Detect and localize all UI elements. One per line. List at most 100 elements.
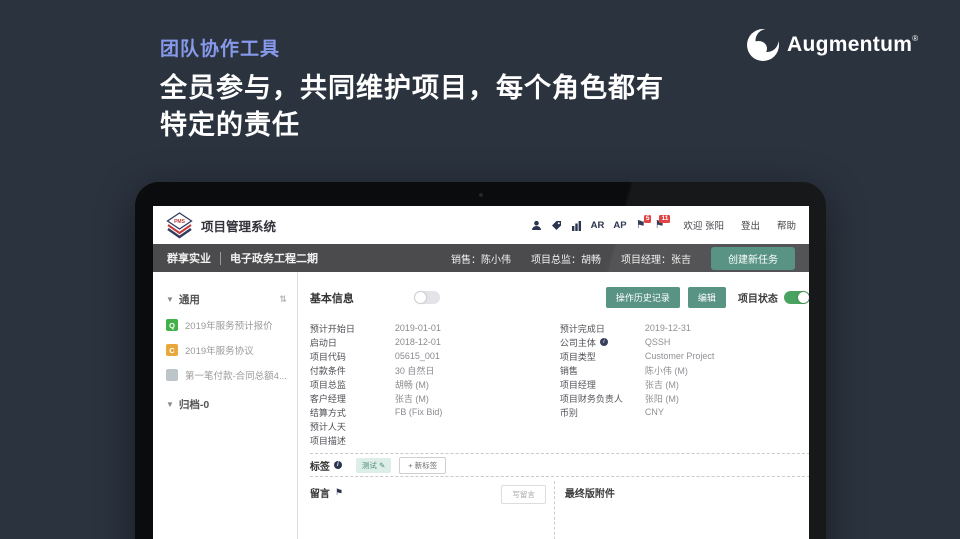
- tags-title: 标签 i: [310, 458, 342, 473]
- field-label: 付款条件: [309, 365, 346, 376]
- basic-info-header: 基本信息 操作历史记录 编辑 项目状态: [310, 287, 809, 308]
- sidebar-group-label: 归档-0: [178, 399, 210, 411]
- field-value: 05615_001: [394, 351, 440, 361]
- field-value: QSSH: [644, 337, 671, 347]
- project-status-label: 项目状态: [737, 294, 778, 305]
- field-label: 公司主体 i: [560, 336, 645, 349]
- field-row: 预计完成日 2019-12-31: [560, 321, 809, 335]
- tag-chip[interactable]: 测试 ✎: [355, 457, 392, 473]
- help-link[interactable]: 帮助: [777, 218, 796, 232]
- field-label: 预计开始日: [309, 323, 355, 334]
- sidebar-group-archive[interactable]: ▼ 归档-0: [166, 397, 287, 412]
- sidebar-group-general[interactable]: ▼ 通用 ⇅: [166, 292, 287, 307]
- field-row: 项目总监 胡畅 (M): [310, 377, 560, 391]
- field-value: 张吉 (M): [644, 379, 679, 390]
- sidebar: ▼ 通用 ⇅ Q 2019年服务预计报价 C 2019年服务协议 第一笔付款-合…: [153, 272, 298, 539]
- nav-ar[interactable]: AR: [591, 220, 605, 231]
- sidebar-item-label: 2019年服务协议: [185, 346, 254, 357]
- field-value: 陈小伟 (M): [644, 365, 688, 376]
- add-tag-button[interactable]: + 新标签: [399, 456, 447, 474]
- flag-notification-1-icon[interactable]: ⚑ 5: [636, 214, 652, 231]
- flag2-badge: 11: [659, 214, 671, 223]
- sidebar-item-payment[interactable]: 第一笔付款-合同总额4...: [166, 368, 287, 382]
- project-topbar: 群享实业 电子政务工程二期 销售：陈小伟 项目总监：胡畅 项目经理：张吉 创建新…: [153, 244, 809, 272]
- section-title: 基本信息: [309, 292, 354, 305]
- edit-button[interactable]: 编辑: [687, 287, 726, 308]
- toggle-knob: [414, 292, 426, 303]
- toggle-knob: [797, 292, 809, 303]
- field-value: FB (Fix Bid): [394, 407, 443, 417]
- header-nav: AR AP ⚑ 5 ⚑ 11 欢迎 张阳 登出 帮助: [531, 214, 796, 232]
- tag-icon[interactable]: [551, 220, 562, 231]
- field-row: 公司主体 i QSSH: [560, 335, 809, 349]
- field-value: 胡畅 (M): [394, 379, 429, 390]
- chevron-down-icon: ▼: [166, 295, 174, 304]
- field-value: 30 自然日: [394, 365, 435, 376]
- field-row: 预计人天: [310, 419, 560, 433]
- app-header: PMS 项目管理系统 AR AP ⚑ 5 ⚑ 11 欢迎 张阳 登出 帮助: [153, 206, 809, 244]
- brand-name: Augmentum: [787, 33, 913, 56]
- sidebar-item-contract[interactable]: C 2019年服务协议: [166, 343, 287, 357]
- breadcrumb-divider: [220, 251, 221, 265]
- topbar-sales: 销售：陈小伟: [451, 254, 511, 266]
- comments-panel: 留言 ⚑ 写留言: [310, 477, 554, 539]
- app-title: 项目管理系统: [201, 219, 277, 234]
- field-value: 张吉 (M): [394, 393, 429, 404]
- sort-icon[interactable]: ⇅: [279, 294, 287, 305]
- field-row: 项目经理 张吉 (M): [560, 377, 809, 391]
- logout-link[interactable]: 登出: [741, 218, 760, 232]
- brand-logo: Augmentum ®: [744, 26, 918, 64]
- info-icon[interactable]: i: [333, 461, 342, 469]
- field-label: 项目财务负责人: [559, 393, 623, 404]
- history-button[interactable]: 操作历史记录: [605, 287, 680, 308]
- doc-type-q-icon: Q: [166, 319, 178, 331]
- headline-line1: 全员参与，共同维护项目，每个角色都有: [160, 73, 664, 103]
- breadcrumb-project: 电子政务工程二期: [230, 253, 318, 265]
- basic-info-toggle[interactable]: [413, 291, 440, 304]
- slide-headline: 全员参与，共同维护项目，每个角色都有 特定的责任: [160, 70, 664, 144]
- slide-eyebrow: 团队协作工具: [160, 39, 281, 60]
- fields-left-column: 预计开始日 2019-01-01 启动日 2018-12-01 项目代码 05615_…: [310, 321, 560, 447]
- slide: 团队协作工具 全员参与，共同维护项目，每个角色都有 特定的责任 Augmentu…: [0, 0, 960, 539]
- tags-section: 标签 i 测试 ✎ + 新标签: [310, 454, 809, 476]
- flag-icon: ⚑: [334, 487, 343, 497]
- topbar-director: 项目总监：胡畅: [531, 254, 601, 266]
- sidebar-item-label: 2019年服务预计报价: [185, 321, 273, 332]
- fields-grid: 预计开始日 2019-01-01 启动日 2018-12-01 项目代码 05615_…: [310, 321, 809, 447]
- laptop-mockup: PMS 项目管理系统 AR AP ⚑ 5 ⚑ 11 欢迎 张阳 登出 帮助 群享…: [135, 182, 826, 539]
- brand-registered-mark: ®: [912, 33, 919, 43]
- tags-label: 标签: [309, 461, 330, 473]
- field-label: 预计人天: [309, 421, 346, 432]
- field-value: 张阳 (M): [644, 393, 679, 404]
- bottom-section: 留言 ⚑ 写留言 最终版附件: [309, 476, 809, 539]
- field-row: 项目描述: [310, 433, 560, 447]
- sidebar-item-quote[interactable]: Q 2019年服务预计报价: [166, 318, 287, 332]
- attachments-title: 最终版附件: [564, 489, 615, 500]
- field-row: 销售 陈小伟 (M): [560, 363, 809, 377]
- field-row: 项目类型 Customer Project: [560, 349, 809, 363]
- headline-line2: 特定的责任: [160, 110, 300, 140]
- sidebar-item-label: 第一笔付款-合同总额4...: [185, 371, 287, 382]
- field-row: 启动日 2018-12-01: [310, 335, 560, 349]
- user-icon[interactable]: [531, 220, 542, 231]
- field-row: 项目代码 05615_001: [310, 349, 560, 363]
- field-row: 项目财务负责人 张阳 (M): [560, 391, 809, 405]
- field-value: CNY: [644, 407, 664, 417]
- chart-icon[interactable]: [571, 220, 582, 231]
- nav-ap[interactable]: AP: [613, 220, 626, 231]
- create-task-button[interactable]: 创建新任务: [711, 246, 795, 270]
- field-label: 项目代码: [309, 351, 346, 362]
- svg-text:PMS: PMS: [174, 219, 186, 225]
- field-row: 币别 CNY: [560, 405, 809, 419]
- topbar-manager: 项目经理：张吉: [621, 254, 691, 266]
- doc-type-icon: [166, 369, 178, 381]
- comments-label: 留言: [309, 489, 330, 500]
- field-label: 项目描述: [309, 435, 346, 446]
- welcome-user: 欢迎 张阳: [683, 221, 724, 232]
- flag-notification-2-icon[interactable]: ⚑ 11: [654, 214, 671, 231]
- breadcrumb-company[interactable]: 群享实业: [167, 250, 211, 266]
- write-comment-button[interactable]: 写留言: [501, 485, 546, 504]
- project-status-toggle[interactable]: [783, 291, 809, 304]
- comments-title: 留言 ⚑: [310, 485, 343, 500]
- info-icon[interactable]: i: [599, 338, 608, 346]
